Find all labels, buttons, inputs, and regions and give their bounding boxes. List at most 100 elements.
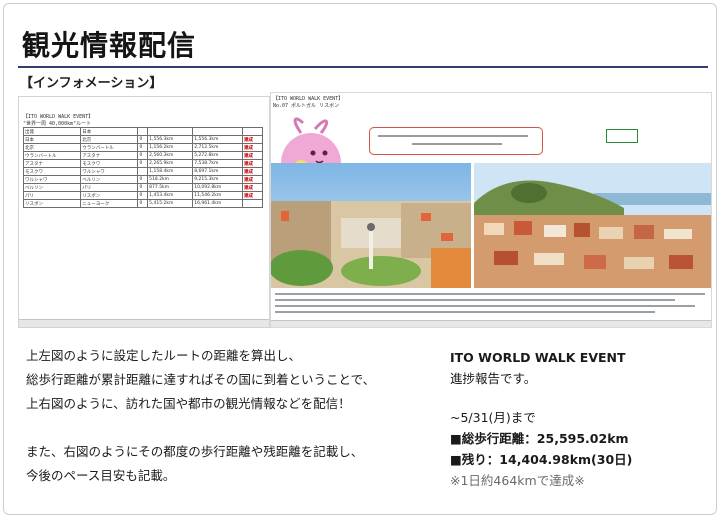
table-row: ワルシャワ ベルリン 0 518.2km 9,215.3km 達成 <box>22 175 263 184</box>
table-cell: ベルリン <box>22 183 82 192</box>
description-text: 上左図のように設定したルートの距離を算出し、 総歩行距離が累計距離に達すればその… <box>26 344 426 488</box>
table-cell: モスクワ <box>80 159 139 168</box>
table-cell: 出発 <box>22 127 82 136</box>
table-row: ベルリン パリ 0 877.5km 10,092.8km 達成 <box>22 183 263 192</box>
table-cell: 達成 <box>242 159 263 168</box>
description-line-4 <box>26 416 426 440</box>
description-line-5: また、右図のようにその都度の歩行距離や残距離を記載し、 <box>26 444 364 459</box>
table-cell: 達成 <box>242 183 263 192</box>
table-cell: 1,556.3km <box>192 135 244 144</box>
table-cell: ニューヨーク <box>80 199 139 208</box>
table-cell: リスボン <box>22 199 82 208</box>
table-cell: ウランバートル <box>80 143 139 152</box>
table-cell: 北京 <box>22 143 82 152</box>
shot-header-line-1: 【ITO WORLD WALK EVENT】 <box>273 96 344 102</box>
table-cell: 877.5km <box>147 183 194 192</box>
table-row: 北京 ウランバートル 0 1,156.2km 2,712.5km 達成 <box>22 143 263 152</box>
description-line-3: 上右図のように、訪れた国や都市の観光情報などを配信！ <box>26 396 351 411</box>
table-cell: 5,272.8km <box>192 151 244 160</box>
slide: 観光情報配信 【インフォメーション】 【ITO WORLD WALK EVENT… <box>3 3 717 515</box>
page-title: 観光情報配信 <box>22 29 197 62</box>
sheet-header-line-2: "世界一周 40,000km"ルート <box>23 121 92 127</box>
table-cell <box>137 167 149 176</box>
table-cell: 2,560.3km <box>147 151 194 160</box>
table-cell: ベルリン <box>80 175 139 184</box>
table-cell: 8,697.1km <box>192 167 244 176</box>
table-cell <box>242 199 263 208</box>
table-cell: 1,453.4km <box>147 191 194 200</box>
report-label: 進捗報告です。 <box>450 371 537 386</box>
table-cell: アスタナ <box>80 151 139 160</box>
selected-cell <box>606 129 638 143</box>
table-cell: ワルシャワ <box>80 167 139 176</box>
table-row: リスボン ニューヨーク 0 5,415.2km 16,961.4km <box>22 199 263 208</box>
shot-tabs <box>271 320 711 327</box>
remaining-distance: ■残り：14,404.98km(30日) <box>450 452 633 467</box>
title-divider <box>18 66 708 68</box>
table-cell: 0 <box>137 135 149 144</box>
table-cell: 達成 <box>242 167 263 176</box>
table-cell: 達成 <box>242 175 263 184</box>
table-cell <box>137 127 149 136</box>
table-cell: 0 <box>137 159 149 168</box>
table-cell: 1,156.2km <box>147 143 194 152</box>
table-cell: アスタナ <box>22 159 82 168</box>
table-row: ウランバートル アスタナ 0 2,560.3km 5,272.8km 達成 <box>22 151 263 160</box>
table-cell: 達成 <box>242 143 263 152</box>
table-cell: 北京 <box>80 135 139 144</box>
table-cell: 5,415.2km <box>147 199 194 208</box>
table-cell: モスクワ <box>22 167 82 176</box>
route-spreadsheet-image: 【ITO WORLD WALK EVENT】 "世界一周 40,000km"ルー… <box>18 96 270 328</box>
table-cell: 10,092.8km <box>192 183 244 192</box>
table-cell: 0 <box>137 143 149 152</box>
sheet-header-line-1: 【ITO WORLD WALK EVENT】 <box>23 114 94 120</box>
table-row: アスタナ モスクワ 0 2,265.9km 7,538.7km 達成 <box>22 159 263 168</box>
table-cell: 11,546.2km <box>192 191 244 200</box>
table-cell: 2,265.9km <box>147 159 194 168</box>
table-cell <box>242 127 263 136</box>
table-cell: 0 <box>137 191 149 200</box>
route-distance-table: 出発 日本 日本 北京 0 1,556.3km 1,556.3km 達成 北京 ウランバートル 0 1… <box>22 127 263 208</box>
table-cell: 0 <box>137 151 149 160</box>
table-cell: パリ <box>22 191 82 200</box>
table-cell: 1,158.4km <box>147 167 194 176</box>
table-cell: 達成 <box>242 151 263 160</box>
sheet-tabs <box>19 319 269 327</box>
section-heading: 【インフォメーション】 <box>20 76 163 91</box>
table-cell: 518.2km <box>147 175 194 184</box>
event-name: ITO WORLD WALK EVENT <box>450 350 626 365</box>
table-row: パリ リスボン 0 1,453.4km 11,546.2km 達成 <box>22 191 263 200</box>
table-cell <box>147 127 194 136</box>
table-cell: 0 <box>137 199 149 208</box>
tourism-info-image: 【ITO WORLD WALK EVENT】 No.07 ポルトガル リスボン <box>270 92 712 328</box>
progress-report: ITO WORLD WALK EVENT 進捗報告です。 ~5/31(月)まで … <box>450 347 632 491</box>
speech-callout <box>369 127 543 155</box>
description-line-2: 総歩行距離が累計距離に達すればその国に到着ということで、 <box>26 372 376 387</box>
table-cell: リスボン <box>80 191 139 200</box>
table-cell: ウランバートル <box>22 151 82 160</box>
table-cell: 達成 <box>242 135 263 144</box>
table-cell: 9,215.3km <box>192 175 244 184</box>
description-line-6: 今後のペース目安も記載。 <box>26 468 176 483</box>
lisbon-hillside-photo <box>474 163 711 288</box>
table-cell <box>192 127 244 136</box>
table-row: モスクワ ワルシャワ 1,158.4km 8,697.1km 達成 <box>22 167 263 176</box>
daily-pace-note: ※1日約464kmで達成※ <box>450 473 585 488</box>
total-distance: ■総歩行距離：25,595.02km <box>450 431 629 446</box>
table-cell: 0 <box>137 175 149 184</box>
table-row: 日本 北京 0 1,556.3km 1,556.3km 達成 <box>22 135 263 144</box>
table-cell: 2,712.5km <box>192 143 244 152</box>
table-cell: 1,556.3km <box>147 135 194 144</box>
table-cell: 7,538.7km <box>192 159 244 168</box>
table-cell: 達成 <box>242 191 263 200</box>
lisbon-square-photo <box>271 163 471 288</box>
description-line-1: 上左図のように設定したルートの距離を算出し、 <box>26 348 302 363</box>
shot-header-line-2: No.07 ポルトガル リスボン <box>273 103 340 109</box>
table-cell: パリ <box>80 183 139 192</box>
table-row: 出発 日本 <box>22 127 263 136</box>
table-cell: 日本 <box>80 127 139 136</box>
deadline: ~5/31(月)まで <box>450 410 536 425</box>
table-cell: 16,961.4km <box>192 199 244 208</box>
table-cell: 日本 <box>22 135 82 144</box>
table-cell: 0 <box>137 183 149 192</box>
